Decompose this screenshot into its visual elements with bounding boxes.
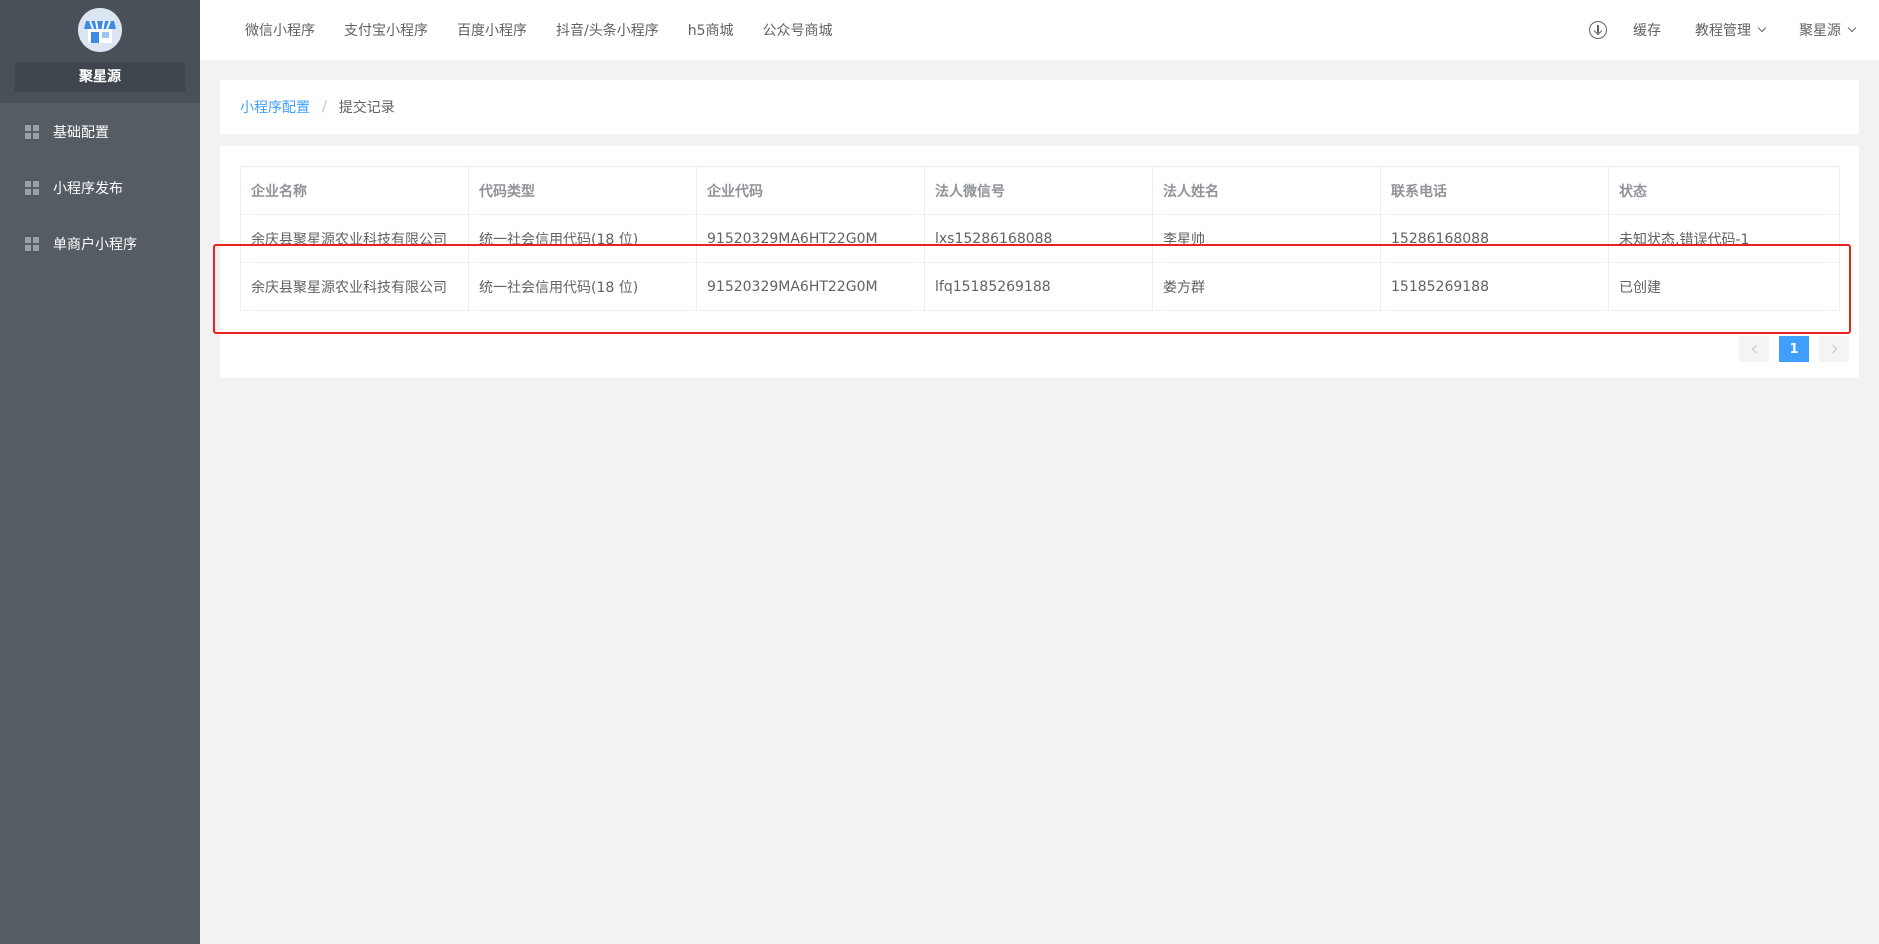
tutorial-label: 教程管理 xyxy=(1695,23,1751,39)
cell-code-type: 统一社会信用代码(18 位) xyxy=(468,214,697,263)
records-card: 企业名称 代码类型 企业代码 法人微信号 法人姓名 联系电话 状态 余庆县聚星源… xyxy=(220,146,1859,378)
cell-legal-wechat: lfq15185269188 xyxy=(924,262,1153,311)
top-nav: 微信小程序 支付宝小程序 百度小程序 抖音/头条小程序 h5商城 公众号商城 xyxy=(245,0,862,60)
breadcrumb-parent-link[interactable]: 小程序配置 xyxy=(240,97,310,117)
cache-label: 缓存 xyxy=(1633,23,1661,39)
cell-company-name: 余庆县聚星源农业科技有限公司 xyxy=(240,214,469,263)
prev-page-button[interactable] xyxy=(1739,336,1769,362)
cell-legal-name: 李星帅 xyxy=(1152,214,1381,263)
store-logo-icon xyxy=(78,8,122,52)
sidebar-item-label: 小程序发布 xyxy=(53,181,123,197)
download-icon[interactable] xyxy=(1589,21,1607,39)
cell-company-name: 余庆县聚星源农业科技有限公司 xyxy=(240,262,469,311)
col-company-code: 企业代码 xyxy=(696,166,925,215)
cell-status: 未知状态,错误代码-1 xyxy=(1608,214,1840,263)
col-status: 状态 xyxy=(1608,166,1840,215)
col-legal-name: 法人姓名 xyxy=(1152,166,1381,215)
sidebar-item-single-merchant[interactable]: 单商户小程序 xyxy=(0,224,200,264)
sidebar: 聚星源 基础配置 小程序发布 单商户小程序 xyxy=(0,0,200,944)
tutorial-menu[interactable]: 教程管理 xyxy=(1695,20,1767,40)
table-row: 余庆县聚星源农业科技有限公司 统一社会信用代码(18 位) 91520329MA… xyxy=(240,214,1840,263)
sidebar-item-label: 基础配置 xyxy=(53,125,109,141)
grid-icon xyxy=(25,237,39,251)
sidebar-item-miniprogram-publish[interactable]: 小程序发布 xyxy=(0,168,200,208)
cell-legal-wechat: lxs15286168088 xyxy=(924,214,1153,263)
nav-douyin-miniprogram[interactable]: 抖音/头条小程序 xyxy=(556,20,659,40)
cell-legal-name: 娄方群 xyxy=(1152,262,1381,311)
nav-wechat-miniprogram[interactable]: 微信小程序 xyxy=(245,20,315,40)
cell-status: 已创建 xyxy=(1608,262,1840,311)
chevron-left-icon xyxy=(1751,344,1760,354)
breadcrumb-separator: / xyxy=(322,99,327,115)
col-legal-wechat: 法人微信号 xyxy=(924,166,1153,215)
nav-h5-mall[interactable]: h5商城 xyxy=(688,20,734,40)
table-header-row: 企业名称 代码类型 企业代码 法人微信号 法人姓名 联系电话 状态 xyxy=(240,166,1840,215)
grid-icon xyxy=(25,125,39,139)
cell-phone: 15286168088 xyxy=(1380,214,1609,263)
cell-phone: 15185269188 xyxy=(1380,262,1609,311)
next-page-button[interactable] xyxy=(1819,336,1849,362)
sidebar-brand-name: 聚星源 xyxy=(15,62,185,92)
col-code-type: 代码类型 xyxy=(468,166,697,215)
sidebar-item-basic-config[interactable]: 基础配置 xyxy=(0,112,200,152)
chevron-down-icon xyxy=(1757,23,1767,33)
col-phone: 联系电话 xyxy=(1380,166,1609,215)
table-row: 余庆县聚星源农业科技有限公司 统一社会信用代码(18 位) 91520329MA… xyxy=(240,262,1840,311)
chevron-right-icon xyxy=(1828,344,1837,354)
cell-company-code: 91520329MA6HT22G0M xyxy=(696,262,925,311)
cell-company-code: 91520329MA6HT22G0M xyxy=(696,214,925,263)
nav-baidu-miniprogram[interactable]: 百度小程序 xyxy=(457,20,527,40)
header-right: 缓存 教程管理 聚星源 xyxy=(1589,0,1857,60)
breadcrumb: 小程序配置 / 提交记录 xyxy=(220,80,1859,134)
records-table: 企业名称 代码类型 企业代码 法人微信号 法人姓名 联系电话 状态 余庆县聚星源… xyxy=(240,166,1840,311)
col-company-name: 企业名称 xyxy=(240,166,469,215)
user-label: 聚星源 xyxy=(1799,23,1841,39)
cache-button[interactable]: 缓存 xyxy=(1633,20,1661,40)
cell-code-type: 统一社会信用代码(18 位) xyxy=(468,262,697,311)
user-menu[interactable]: 聚星源 xyxy=(1799,20,1857,40)
breadcrumb-current: 提交记录 xyxy=(338,100,395,116)
page-number-button[interactable]: 1 xyxy=(1779,336,1809,362)
nav-alipay-miniprogram[interactable]: 支付宝小程序 xyxy=(344,20,428,40)
grid-icon xyxy=(25,181,39,195)
sidebar-item-label: 单商户小程序 xyxy=(53,237,137,253)
nav-official-account-mall[interactable]: 公众号商城 xyxy=(763,20,833,40)
pagination: 1 xyxy=(1729,336,1849,362)
chevron-down-icon xyxy=(1847,23,1857,33)
